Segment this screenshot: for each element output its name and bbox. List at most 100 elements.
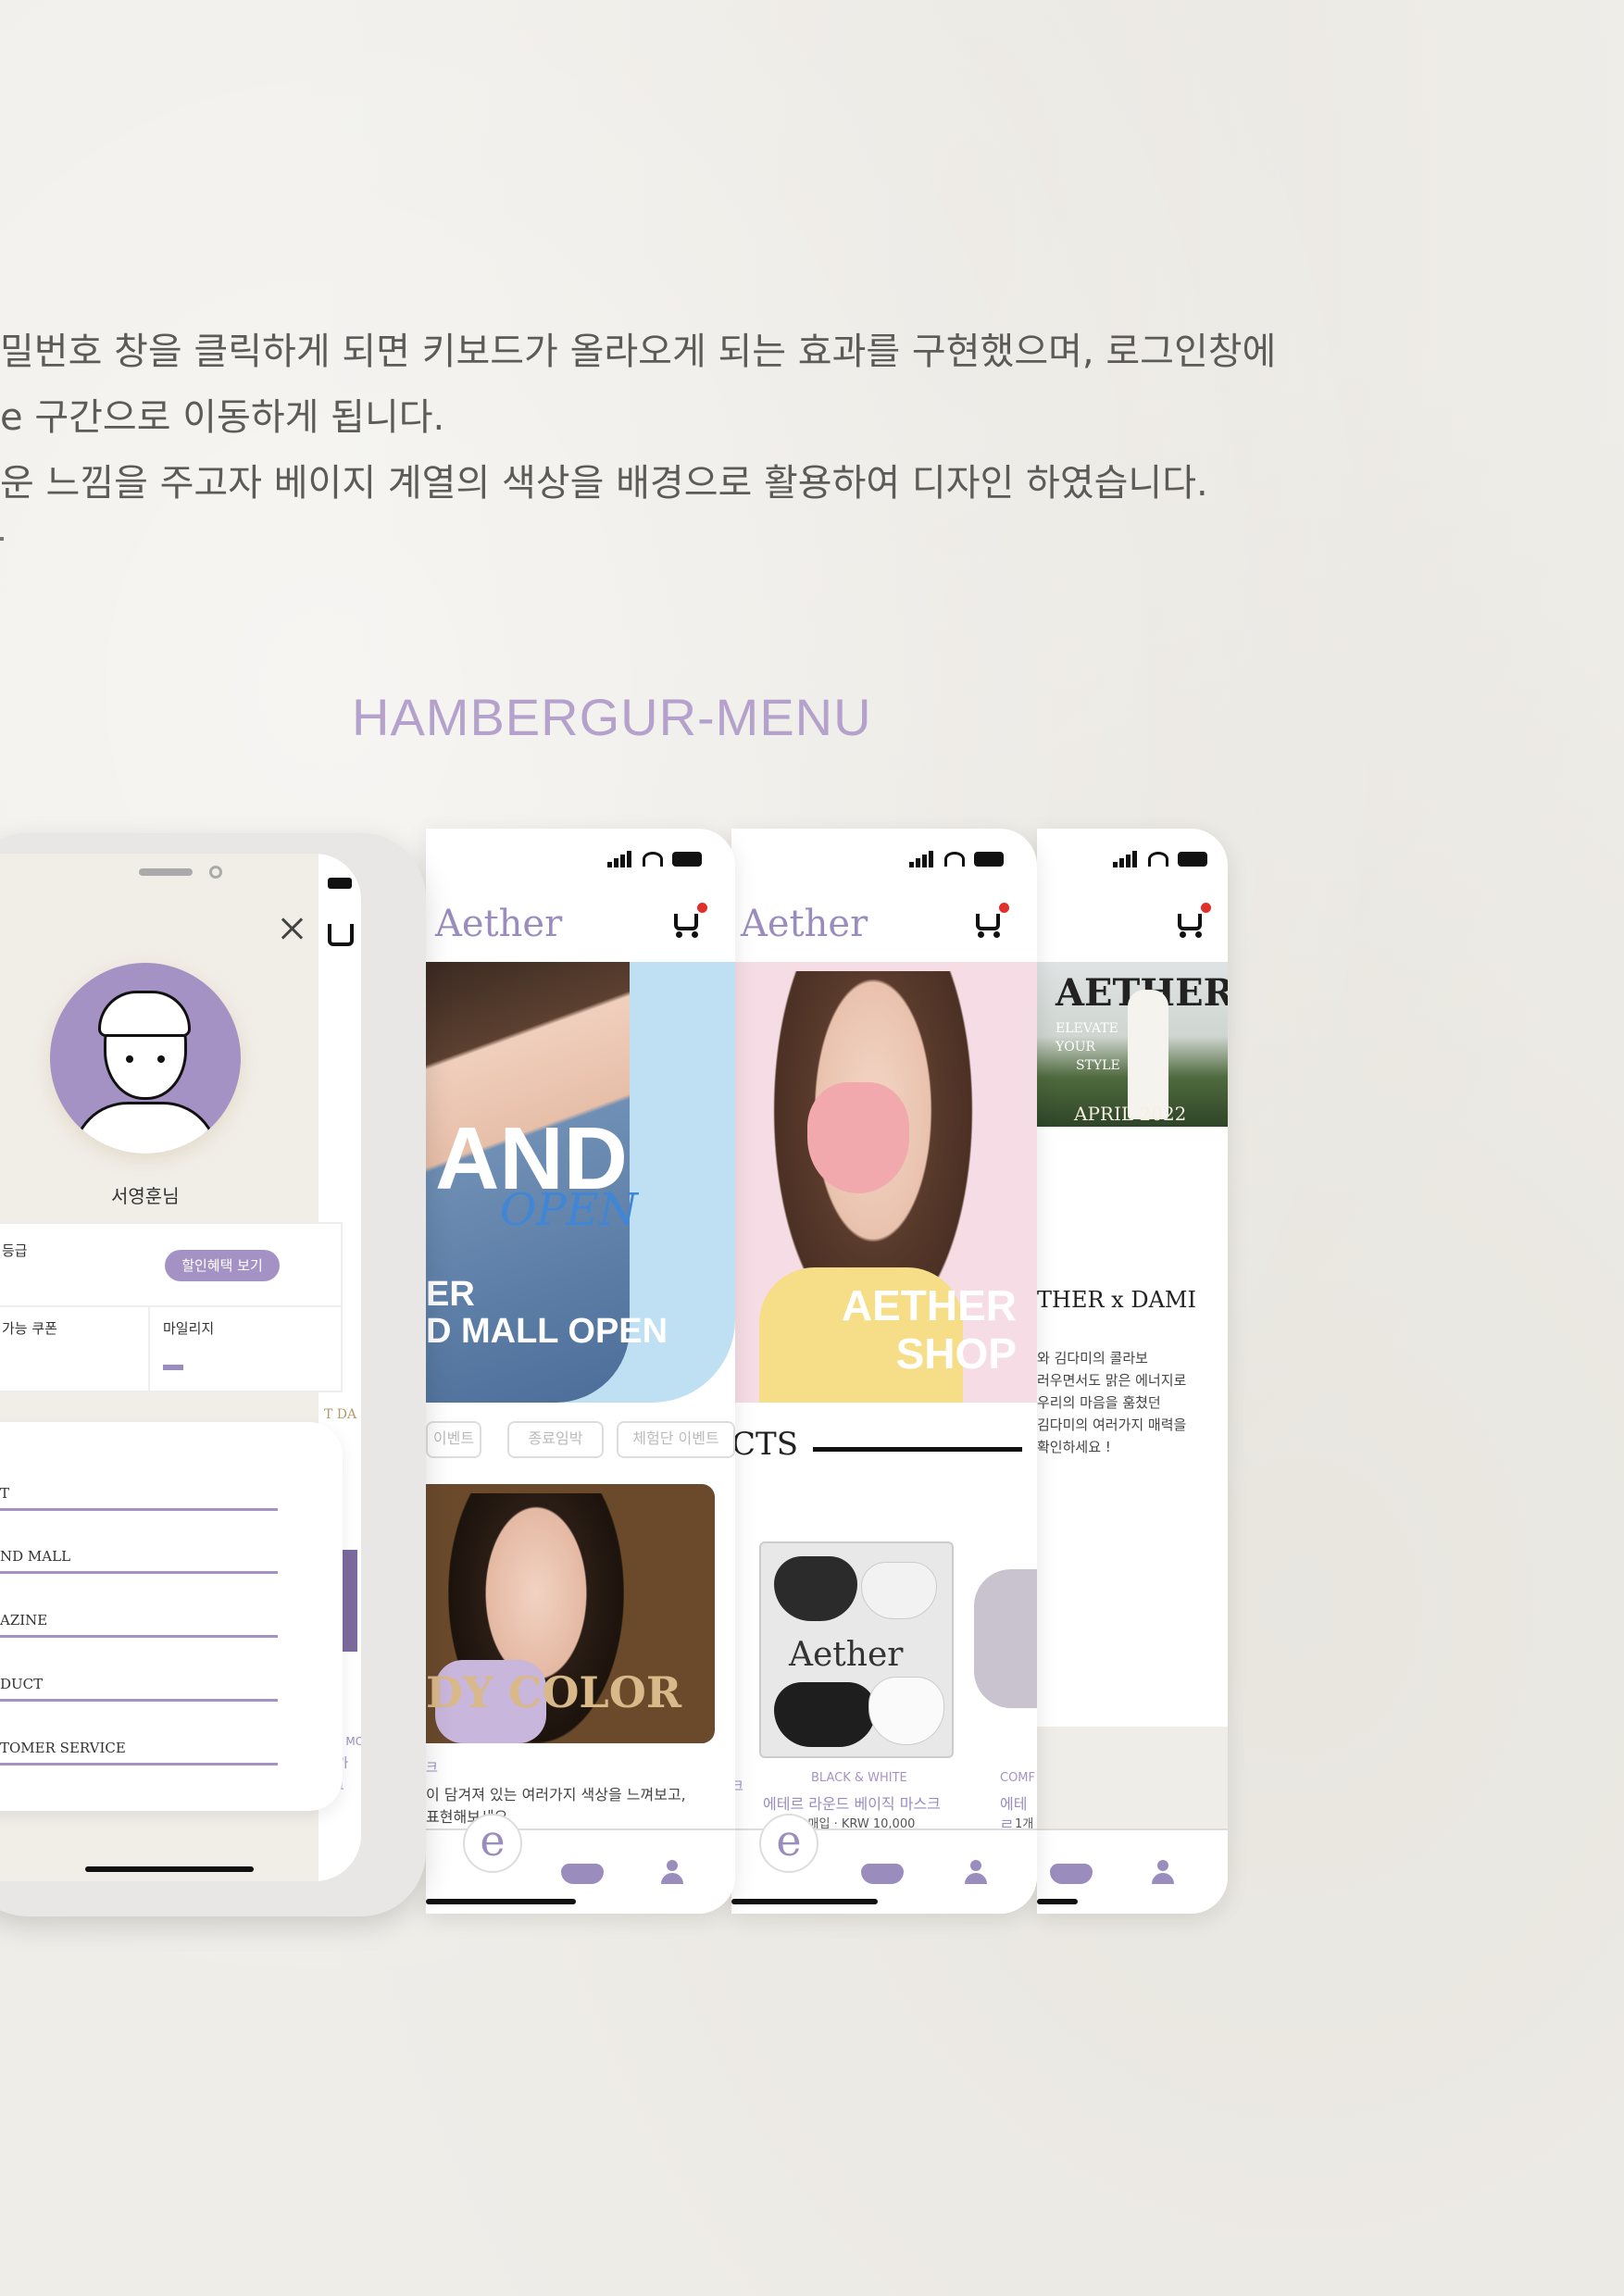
collab-line: 와 김다미의 콜라보 — [1037, 1350, 1148, 1366]
product-box-logo: Aether — [789, 1636, 904, 1674]
chip-event[interactable]: 이벤트 — [426, 1421, 481, 1458]
avatar — [50, 963, 241, 1154]
nav-user-icon[interactable] — [661, 1860, 683, 1884]
wifi-icon — [1148, 852, 1168, 867]
cart-icon[interactable] — [1174, 903, 1211, 938]
collab-hero-date: APRIL 2022 — [1074, 1103, 1187, 1125]
coupon-label[interactable]: 가능 쿠폰 — [2, 1318, 57, 1338]
white-mask — [861, 1562, 937, 1619]
menu-item-event[interactable]: T — [0, 1485, 278, 1511]
brand-logo[interactable]: Aether — [741, 903, 868, 945]
home-indicator — [85, 1866, 254, 1872]
brand-logo[interactable]: Aether — [435, 903, 562, 945]
cart-badge — [697, 903, 707, 913]
top-bar: Aether — [426, 884, 735, 962]
white-mask-2 — [868, 1677, 944, 1745]
shop-hero-line-2: SHOP — [895, 1329, 1017, 1378]
black-mask — [774, 1556, 857, 1621]
collab-line: 확인하세요 ! — [1037, 1439, 1111, 1455]
menu-item-customer-service[interactable]: TOMER SERVICE — [0, 1740, 278, 1766]
next-product-image[interactable] — [974, 1569, 1037, 1708]
menu-item-label: T — [0, 1485, 10, 1502]
product-brand: BLACK & WHITE — [811, 1771, 907, 1785]
battery-icon — [1178, 852, 1207, 867]
avatar-eye — [157, 1055, 165, 1063]
chip-ending-soon[interactable]: 종료임박 — [507, 1421, 604, 1458]
close-icon[interactable] — [278, 915, 306, 942]
signal-icon — [909, 851, 935, 867]
status-bar — [607, 851, 702, 867]
grand-open-banner[interactable]: AND OPEN ER D MALL OPEN — [426, 962, 735, 1403]
cart-badge — [999, 903, 1009, 913]
signal-icon — [607, 851, 633, 867]
mileage-label[interactable]: 마일리지 — [163, 1318, 214, 1338]
model-figure — [1128, 990, 1168, 1119]
collab-line: 러우면서도 맑은 에너지로 — [1037, 1372, 1187, 1389]
home-indicator — [426, 1899, 576, 1904]
nav-home-icon[interactable]: e — [463, 1814, 522, 1873]
menu-item-label: TOMER SERVICE — [0, 1740, 126, 1756]
avatar-hair — [98, 991, 191, 1037]
collab-hero-text-1: ELEVATE — [1056, 1021, 1118, 1036]
hero-small-1: ER — [426, 1275, 475, 1314]
cart-icon[interactable] — [972, 903, 1009, 938]
signal-icon — [1113, 851, 1139, 867]
product-image[interactable]: Aether — [759, 1541, 954, 1758]
collab-hero-image[interactable]: AETHER ELEVATE YOUR STYLE APRIL 2022 — [1037, 962, 1228, 1127]
phone-screen-collab: AETHER ELEVATE YOUR STYLE APRIL 2022 THE… — [1037, 829, 1228, 1914]
collab-hero-text-2: YOUR — [1056, 1040, 1096, 1054]
hero-small-2: D MALL OPEN — [426, 1312, 668, 1351]
nav-user-icon[interactable] — [1152, 1860, 1174, 1884]
home-indicator — [1037, 1899, 1078, 1904]
shop-hero-banner[interactable]: AETHER SHOP — [731, 962, 1037, 1403]
cart-icon[interactable] — [670, 903, 707, 938]
battery-icon — [974, 852, 1004, 867]
divider — [148, 1305, 150, 1391]
menu-item-product[interactable]: DUCT — [0, 1676, 278, 1702]
cart-badge — [1201, 903, 1211, 913]
menu-list: T ND MALL AZINE DUCT TOMER SERVICE — [0, 1422, 343, 1811]
peek-label: T DA — [324, 1407, 357, 1422]
description-line-2: e 구간으로 이동하게 됩니다. — [0, 396, 445, 439]
collab-title: THER x DAMI — [1037, 1287, 1196, 1313]
color-card-image[interactable]: DY COLOR — [426, 1484, 715, 1743]
phone-screen-main: Aether AND OPEN ER D MALL OPEN 이벤트 종료임박 … — [426, 829, 735, 1914]
collab-footer-area — [1037, 1727, 1228, 1830]
menu-item-brand-mall[interactable]: ND MALL — [0, 1548, 278, 1574]
home-indicator — [731, 1899, 878, 1904]
top-bar: Aether — [731, 884, 1037, 962]
battery-icon — [328, 878, 352, 889]
collab-hero-text-3: STYLE — [1076, 1058, 1120, 1073]
collab-line: 김다미의 여러가지 매력을 — [1037, 1416, 1187, 1433]
wifi-icon — [643, 852, 663, 867]
divider — [0, 1305, 341, 1307]
menu-item-label: DUCT — [0, 1676, 44, 1692]
color-card-desc-1: 이 담겨져 있는 여러가지 색상을 느껴보고, — [426, 1786, 686, 1803]
products-section-title: CTS — [731, 1426, 798, 1463]
nav-home-icon[interactable]: e — [759, 1814, 818, 1873]
nav-mask-icon[interactable] — [561, 1864, 604, 1884]
description-text: 밀번호 창을 클릭하게 되면 키보드가 올라오게 되는 효과를 구현했으며, 로… — [0, 319, 1276, 541]
pink-mask — [807, 1082, 909, 1193]
menu-item-label: ND MALL — [0, 1548, 71, 1565]
grade-label: 등급 — [2, 1242, 28, 1259]
nav-user-icon[interactable] — [965, 1860, 987, 1884]
battery-icon — [672, 852, 702, 867]
description-line-3: 운 느낌을 주고자 베이지 계열의 색상을 배경으로 활용하여 디자인 하였습니… — [0, 462, 1208, 505]
peek-brand: COMF — [1000, 1771, 1036, 1785]
shop-hero-line-1: AETHER — [841, 1281, 1017, 1329]
product-name[interactable]: 에테르 라운드 베이직 마스크 — [763, 1791, 941, 1814]
collab-description: 와 김다미의 콜라보 러우면서도 맑은 에너지로 우리의 마음을 훔쳤던 김다미… — [1037, 1347, 1186, 1458]
color-card-title: DY COLOR — [426, 1667, 682, 1717]
status-bar — [909, 851, 1004, 867]
phone-speaker — [139, 868, 193, 876]
chip-trial-event[interactable]: 체험단 이벤트 — [617, 1421, 735, 1458]
description-line-1: 밀번호 창을 클릭하게 되면 키보드가 올라오게 되는 효과를 구현했으며, 로… — [0, 331, 1277, 373]
bullet-dot — [0, 537, 4, 541]
view-discount-button[interactable]: 할인혜택 보기 — [165, 1250, 280, 1281]
nav-mask-icon[interactable] — [1050, 1864, 1093, 1884]
cart-icon[interactable] — [328, 924, 354, 946]
nav-mask-icon[interactable] — [861, 1864, 904, 1884]
menu-item-magazine[interactable]: AZINE — [0, 1612, 278, 1638]
black-mask-2 — [774, 1682, 876, 1747]
